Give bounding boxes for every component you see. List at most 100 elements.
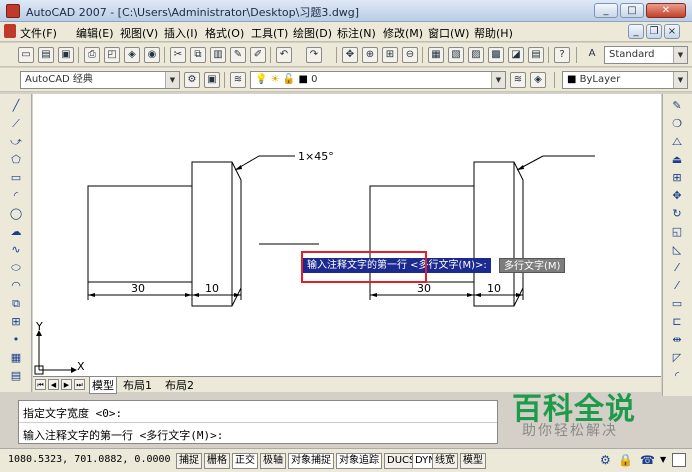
text-style-combo[interactable]: Standard ▼ [604, 46, 688, 64]
hatch-icon[interactable]: ▦ [8, 350, 24, 366]
otrack-toggle[interactable]: 对象追踪 [336, 453, 382, 469]
dynamic-input-field[interactable]: 多行文字(M) [499, 258, 566, 273]
circle-icon[interactable]: ◯ [8, 206, 24, 222]
scale-icon[interactable]: ◱ [669, 224, 685, 240]
tab-first-icon[interactable]: ⏮ [35, 379, 46, 390]
undo-icon[interactable]: ↶ [276, 47, 292, 63]
copy-object-icon[interactable]: ❍ [669, 116, 685, 132]
drawing-canvas[interactable]: 1×45° 30 10 30 10 Y X [33, 94, 661, 376]
chevron-down-icon[interactable]: ▼ [673, 72, 687, 88]
tool-palettes-icon[interactable]: ▨ [468, 47, 484, 63]
sheet-set-icon[interactable]: ▩ [488, 47, 504, 63]
break-at-point-icon[interactable]: ▭ [669, 296, 685, 312]
chevron-down-icon[interactable]: ▼ [673, 47, 687, 63]
command-prompt-line[interactable]: 输入注释文字的第一行 <多行文字(M)>: [23, 427, 223, 443]
document-icon[interactable] [4, 24, 16, 38]
3d-dwf-icon[interactable]: ◉ [144, 47, 160, 63]
zoom-previous-icon[interactable]: ⊖ [402, 47, 418, 63]
chevron-down-icon[interactable]: ▼ [491, 72, 505, 88]
help-icon[interactable]: ? [554, 47, 570, 63]
tab-layout1[interactable]: 布局1 [121, 377, 154, 393]
chevron-down-icon[interactable]: ▼ [165, 72, 179, 88]
tab-model[interactable]: 模型 [89, 377, 117, 394]
menu-draw[interactable]: 绘图(D) [293, 25, 332, 41]
offset-icon[interactable]: ⏏ [669, 152, 685, 168]
menu-tools[interactable]: 工具(T) [251, 25, 288, 41]
lineweight-toggle[interactable]: 线宽 [432, 453, 458, 469]
doc-minimize-button[interactable]: _ [628, 24, 644, 39]
zoom-realtime-icon[interactable]: ⊕ [362, 47, 378, 63]
model-toggle[interactable]: 模型 [460, 453, 486, 469]
layer-combo[interactable]: 💡 ☀ 🔓 ■ 0 ▼ [250, 71, 506, 89]
communication-center-icon[interactable]: ☎ [640, 453, 655, 467]
print-icon[interactable]: ⎙ [84, 47, 100, 63]
maximize-button[interactable]: □ [620, 3, 644, 18]
autocad-app-icon[interactable] [6, 4, 20, 18]
point-icon[interactable]: • [8, 332, 24, 348]
erase-icon[interactable]: ✎ [669, 98, 685, 114]
menu-dimension[interactable]: 标注(N) [337, 25, 376, 41]
markup-icon[interactable]: ◪ [508, 47, 524, 63]
menu-insert[interactable]: 插入(I) [164, 25, 198, 41]
paste-icon[interactable]: ▥ [210, 47, 226, 63]
save-icon[interactable]: ▣ [58, 47, 74, 63]
polar-toggle[interactable]: 极轴 [260, 453, 286, 469]
spline-icon[interactable]: ∿ [8, 242, 24, 258]
construction-line-icon[interactable]: ⟋ [8, 116, 24, 132]
command-window[interactable]: 指定文字宽度 <0>: 输入注释文字的第一行 <多行文字(M)>: [18, 400, 498, 444]
zoom-window-icon[interactable]: ⊞ [382, 47, 398, 63]
workspace-settings-icon[interactable]: ⚙ [184, 72, 200, 88]
fillet-icon[interactable]: ◜ [669, 368, 685, 384]
insert-block-icon[interactable]: ⧉ [8, 296, 24, 312]
chevron-down-icon[interactable]: ▼ [660, 455, 666, 464]
osnap-toggle[interactable]: 对象捕捉 [288, 453, 334, 469]
minimize-button[interactable]: _ [594, 3, 618, 18]
array-icon[interactable]: ⊞ [669, 170, 685, 186]
plot-preview-icon[interactable]: ◰ [104, 47, 120, 63]
gradient-icon[interactable]: ▤ [8, 368, 24, 384]
calculator-icon[interactable]: ▤ [528, 47, 544, 63]
menu-modify[interactable]: 修改(M) [383, 25, 423, 41]
break-icon[interactable]: ⊏ [669, 314, 685, 330]
tab-next-icon[interactable]: ▶ [61, 379, 72, 390]
design-center-icon[interactable]: ▧ [448, 47, 464, 63]
color-combo[interactable]: ■ ByLayer ▼ [562, 71, 688, 89]
match-properties-icon[interactable]: ✎ [230, 47, 246, 63]
properties-icon[interactable]: ▦ [428, 47, 444, 63]
polyline-icon[interactable]: ⤻ [8, 134, 24, 150]
tab-layout2[interactable]: 布局2 [163, 377, 196, 393]
doc-restore-button[interactable]: ❐ [646, 24, 662, 39]
clean-screen-button[interactable] [672, 453, 686, 467]
tab-last-icon[interactable]: ⏭ [74, 379, 85, 390]
menu-window[interactable]: 窗口(W) [428, 25, 469, 41]
tab-prev-icon[interactable]: ◀ [48, 379, 59, 390]
polygon-icon[interactable]: ⬠ [8, 152, 24, 168]
grid-toggle[interactable]: 栅格 [204, 453, 230, 469]
publish-icon[interactable]: ◈ [124, 47, 140, 63]
arc-icon[interactable]: ◜ [8, 188, 24, 204]
chamfer-icon[interactable]: ◸ [669, 350, 685, 366]
save-workspace-icon[interactable]: ▣ [204, 72, 220, 88]
extend-icon[interactable]: ⁄ [669, 278, 685, 294]
lock-icon[interactable]: 🔒 [618, 453, 633, 467]
new-file-icon[interactable]: ▭ [18, 47, 34, 63]
workspace-combo[interactable]: AutoCAD 经典 ▼ [20, 71, 180, 89]
layer-previous-icon[interactable]: ◈ [530, 72, 546, 88]
mirror-icon[interactable]: ⧍ [669, 134, 685, 150]
menu-view[interactable]: 视图(V) [120, 25, 158, 41]
rectangle-icon[interactable]: ▭ [8, 170, 24, 186]
pan-icon[interactable]: ✥ [342, 47, 358, 63]
open-file-icon[interactable]: ▤ [38, 47, 54, 63]
trim-icon[interactable]: ⁄ [669, 260, 685, 276]
make-block-icon[interactable]: ⊞ [8, 314, 24, 330]
stretch-icon[interactable]: ◺ [669, 242, 685, 258]
ellipse-arc-icon[interactable]: ◠ [8, 278, 24, 294]
move-icon[interactable]: ✥ [669, 188, 685, 204]
ortho-toggle[interactable]: 正交 [232, 453, 258, 469]
make-layer-current-icon[interactable]: ≋ [510, 72, 526, 88]
cut-icon[interactable]: ✂ [170, 47, 186, 63]
menu-edit[interactable]: 编辑(E) [76, 25, 114, 41]
rotate-icon[interactable]: ↻ [669, 206, 685, 222]
revision-cloud-icon[interactable]: ☁ [8, 224, 24, 240]
doc-close-button[interactable]: × [664, 24, 680, 39]
